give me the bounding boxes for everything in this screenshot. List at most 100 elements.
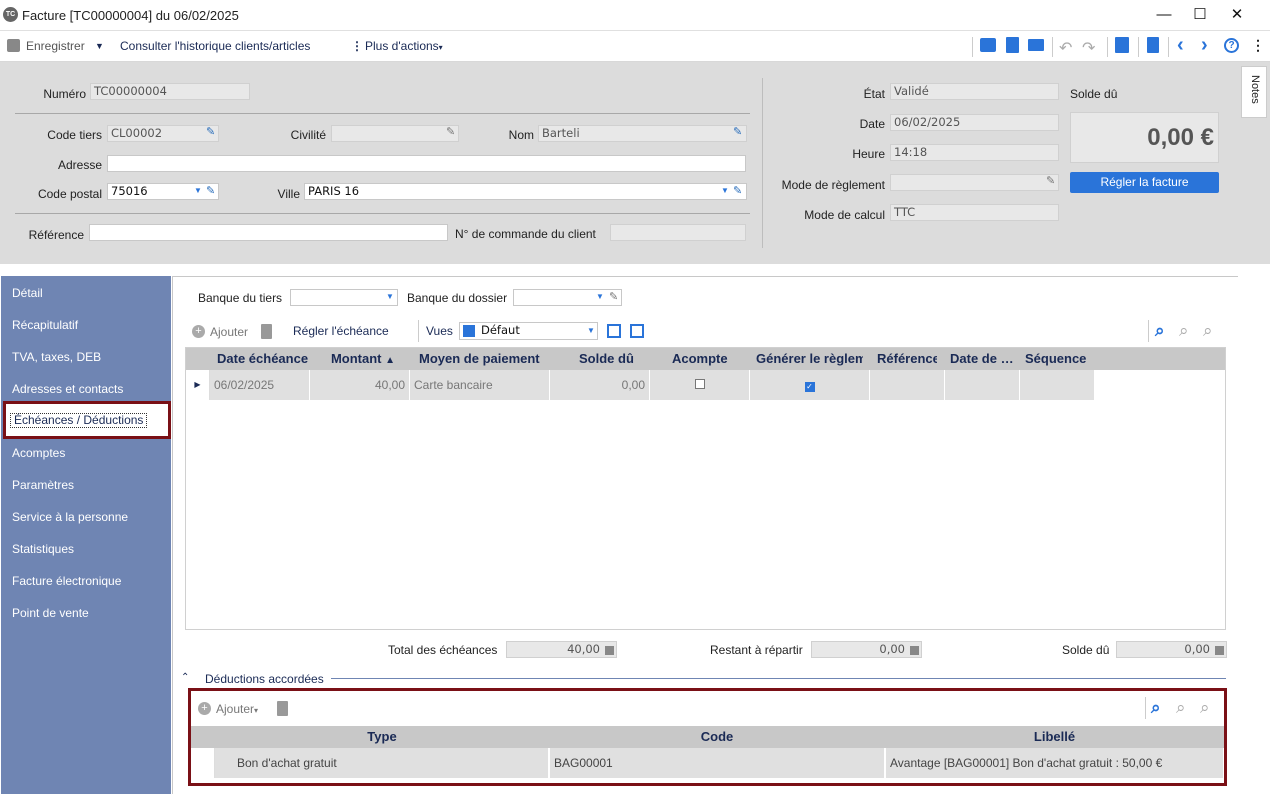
save-button[interactable]: Enregistrer <box>26 39 85 53</box>
cell-generer[interactable]: ✓ <box>750 370 870 400</box>
acompte-checkbox[interactable] <box>694 379 705 389</box>
reference-field[interactable] <box>89 224 448 241</box>
search-icon[interactable]: ⌕ <box>1155 321 1165 341</box>
regler-facture-button[interactable]: Régler la facture <box>1070 172 1219 193</box>
email-icon[interactable] <box>1028 39 1044 51</box>
sidebar-item-recapitulatif[interactable]: Récapitulatif <box>12 318 78 332</box>
edit-banque-dossier-icon[interactable]: ✎ <box>609 290 618 303</box>
banque-tiers-select[interactable] <box>290 289 398 306</box>
commande-field[interactable] <box>610 224 746 241</box>
regler-echeance-button[interactable]: Régler l'échéance <box>293 324 389 338</box>
column-header-generer[interactable]: Générer le règlement <box>750 348 863 370</box>
civilite-field[interactable] <box>331 125 459 142</box>
code-tiers-field[interactable]: CL00002 <box>107 125 219 142</box>
ville-field[interactable]: PARIS 16 <box>304 183 747 200</box>
next-icon[interactable]: › <box>1201 34 1208 57</box>
add-icon[interactable]: + <box>198 702 211 715</box>
edit-ville-icon[interactable]: ✎ <box>733 184 742 197</box>
cell-moyen[interactable]: Carte bancaire <box>410 370 550 400</box>
banque-dossier-dropdown-icon[interactable]: ▼ <box>596 292 604 301</box>
banque-dossier-select[interactable] <box>513 289 622 306</box>
delete-row-icon[interactable] <box>261 324 272 339</box>
column-header-montant[interactable]: Montant ▲ <box>311 348 409 370</box>
column-header-date2[interactable]: Date de … <box>944 348 1014 370</box>
history-button[interactable]: Consulter l'historique clients/articles <box>120 39 310 53</box>
edit-civilite-icon[interactable]: ✎ <box>446 125 455 138</box>
sidebar-item-detail[interactable]: Détail <box>12 286 43 300</box>
add-icon[interactable]: + <box>192 325 205 338</box>
edit-mode-reglement-icon[interactable]: ✎ <box>1046 174 1055 187</box>
cell-type[interactable]: Bon d'achat gratuit <box>233 748 549 778</box>
code-postal-dropdown-icon[interactable]: ▼ <box>194 186 202 195</box>
sidebar-item-statistiques[interactable]: Statistiques <box>12 542 74 556</box>
table-row[interactable]: Bon d'achat gratuit BAG00001 Avantage [B… <box>191 748 1224 778</box>
more-vert-icon[interactable]: ⋮ <box>351 39 363 53</box>
mode-reglement-field[interactable] <box>890 174 1059 191</box>
collapse-icon[interactable]: ⌃ <box>181 672 189 683</box>
calculator-icon[interactable] <box>910 646 919 655</box>
cell-date[interactable]: 06/02/2025 <box>210 370 310 400</box>
delete-deduction-icon[interactable] <box>277 701 288 716</box>
minimize-icon[interactable]: — <box>1152 4 1176 26</box>
notes-tab[interactable]: Notes <box>1241 66 1267 118</box>
column-header-solde[interactable]: Solde dû <box>573 348 653 370</box>
column-header-libelle[interactable]: Libellé <box>885 726 1224 748</box>
table-row[interactable]: ▶ 06/02/2025 40,00 Carte bancaire 0,00 ✓ <box>186 370 1095 401</box>
row-selector[interactable] <box>191 748 215 778</box>
edit-nom-icon[interactable]: ✎ <box>733 125 742 138</box>
column-header-sequence[interactable]: Séquence <box>1019 348 1094 370</box>
vues-dropdown-icon[interactable]: ▼ <box>587 326 595 335</box>
filter-clear-icon[interactable]: ⌕ <box>1200 698 1210 718</box>
adresse-field[interactable] <box>107 155 746 172</box>
column-header-acompte[interactable]: Acompte <box>666 348 746 370</box>
sidebar-item-point-vente[interactable]: Point de vente <box>12 606 89 620</box>
sidebar-item-parametres[interactable]: Paramètres <box>12 478 74 492</box>
sidebar-item-echeances[interactable]: Échéances / Déductions <box>3 401 171 439</box>
search-icon[interactable]: ⌕ <box>1151 698 1161 718</box>
edit-code-postal-icon[interactable]: ✎ <box>206 184 215 197</box>
vues-select[interactable]: Défaut <box>459 322 598 340</box>
sidebar-item-facture-electronique[interactable]: Facture électronique <box>12 574 121 588</box>
cell-date2[interactable] <box>945 370 1020 400</box>
kebab-menu-icon[interactable]: ⋮ <box>1251 37 1265 54</box>
undo-icon[interactable]: ↶ <box>1059 38 1072 58</box>
sidebar-item-service-personne[interactable]: Service à la personne <box>12 510 128 524</box>
cell-solde[interactable]: 0,00 <box>550 370 650 400</box>
cell-code[interactable]: BAG00001 <box>549 748 885 778</box>
column-header-type[interactable]: Type <box>215 726 549 748</box>
help-icon[interactable]: ? <box>1224 38 1239 53</box>
cell-acompte[interactable] <box>650 370 750 400</box>
zoom-out-icon[interactable]: ⌕ <box>1176 698 1186 718</box>
preview-icon[interactable] <box>1006 37 1019 53</box>
zoom-out-icon[interactable]: ⌕ <box>1179 321 1189 341</box>
banque-tiers-dropdown-icon[interactable]: ▼ <box>386 292 394 301</box>
save-icon[interactable] <box>7 39 20 52</box>
grid-columns-icon[interactable] <box>630 324 644 338</box>
maximize-icon[interactable]: ☐ <box>1188 4 1212 26</box>
column-header-reference[interactable]: Référence <box>871 348 937 370</box>
edit-code-tiers-icon[interactable]: ✎ <box>206 125 215 138</box>
sidebar-item-adresses[interactable]: Adresses et contacts <box>12 382 123 396</box>
column-header-code[interactable]: Code <box>549 726 885 748</box>
sidebar-item-tva[interactable]: TVA, taxes, DEB <box>12 350 101 364</box>
row-selector-icon[interactable]: ▶ <box>186 370 210 400</box>
calculator-icon[interactable] <box>605 646 614 655</box>
cell-reference[interactable] <box>870 370 945 400</box>
ajouter-button[interactable]: Ajouter <box>210 325 248 339</box>
previous-icon[interactable]: ‹ <box>1177 34 1184 57</box>
code-postal-field[interactable]: 75016 <box>107 183 219 200</box>
save-dropdown-icon[interactable]: ▼ <box>95 41 104 51</box>
grid-settings-icon[interactable] <box>607 324 621 338</box>
close-icon[interactable]: ✕ <box>1225 4 1249 26</box>
filter-clear-icon[interactable]: ⌕ <box>1203 321 1213 341</box>
duplicate-icon[interactable] <box>1115 37 1129 53</box>
cell-montant[interactable]: 40,00 <box>310 370 410 400</box>
cell-libelle[interactable]: Avantage [BAG00001] Bon d'achat gratuit … <box>885 748 1224 778</box>
nom-field[interactable]: Barteli <box>538 125 747 142</box>
print-icon[interactable] <box>980 38 996 52</box>
deductions-ajouter-button[interactable]: Ajouter▾ <box>216 702 258 716</box>
generer-checkbox-checked-icon[interactable]: ✓ <box>804 382 815 392</box>
column-header-moyen[interactable]: Moyen de paiement <box>413 348 551 370</box>
redo-icon[interactable]: ↷ <box>1082 38 1095 58</box>
delete-icon[interactable] <box>1147 37 1159 53</box>
